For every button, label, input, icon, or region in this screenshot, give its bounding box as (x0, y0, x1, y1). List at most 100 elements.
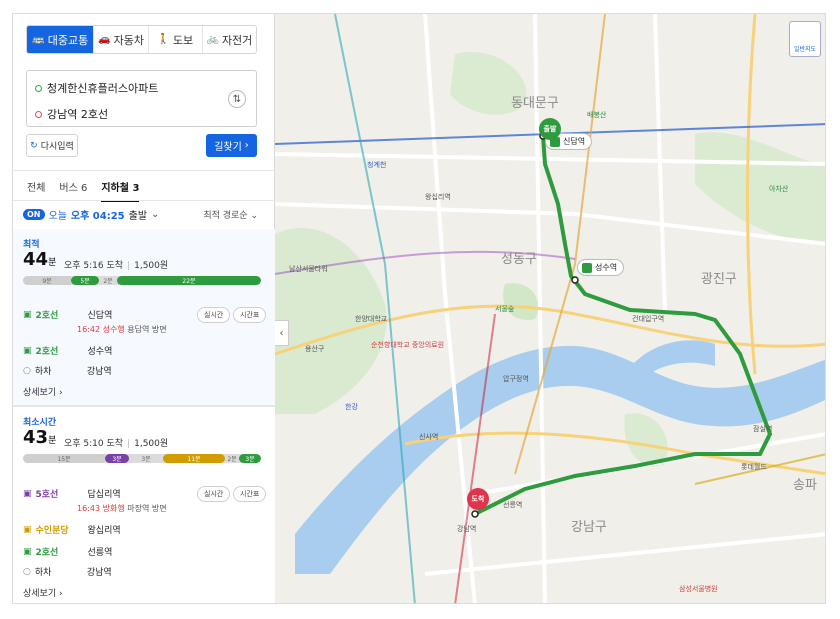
chevron-right-icon: › (244, 140, 249, 151)
route-duration: 44분 (23, 249, 57, 270)
end-marker[interactable]: 도착 (467, 488, 489, 510)
district-label: 성동구 (501, 252, 537, 267)
station-label: 강남역 (457, 525, 477, 533)
subway-icon: ▣ (23, 524, 32, 535)
tab-bike[interactable]: 🚲 자전거 (201, 26, 256, 53)
river-label: 한강 (345, 403, 358, 411)
transfer-segment: 2분 (225, 454, 239, 463)
details-link[interactable]: 상세보기 › (23, 586, 63, 599)
station-label: 잠실역 (753, 425, 773, 433)
route-time-bar: 15분 3분 3분 11분 2분 3분 (23, 454, 261, 463)
destination-field[interactable]: 강남역 2호선 (35, 106, 108, 122)
bike-icon: 🚲 (206, 34, 219, 45)
collapse-panel-button[interactable]: ‹ (275, 320, 289, 346)
route-card[interactable]: 최소시간 43분 오후 5:10 도착 | 1,500원 15분 3분 3분 11분… (13, 407, 275, 603)
departure-time-selector[interactable]: ON 오늘 오후 04:25 출발 ⌄ (23, 207, 159, 222)
bundang-segment: 11분 (163, 454, 225, 463)
divider (13, 170, 275, 171)
route-search-box: 청계한신휴플러스아파트 강남역 2호선 ⇅ (26, 70, 257, 127)
train-info: 16:42 성수행 용답역 방면 (77, 325, 167, 334)
reset-button[interactable]: ↻ 다시입력 (26, 134, 78, 157)
app-frame: 🚌 대중교통 🚗 자동차 🚶 도보 🚲 자전거 청계한신휴플러스아파트 강남역 2호선 … (12, 13, 826, 604)
route-card[interactable]: 최적 44분 오후 5:16 도착 | 1,500원 9분 5분 2분 22분 ▣ 2… (13, 229, 275, 405)
route-time-bar: 9분 5분 2분 22분 (23, 276, 261, 285)
station-callout[interactable]: 성수역 (577, 259, 625, 276)
station-label: 신사역 (419, 433, 439, 441)
chevron-down-icon: ⌄ (151, 209, 160, 220)
subway-icon: ▣ (23, 546, 32, 557)
origin-dot-icon (35, 84, 42, 92)
poi-label: 순천향대학교 중앙의료원 (371, 341, 445, 349)
sort-selector[interactable]: 최적 경로순 ⌄ (203, 208, 258, 221)
realtime-button[interactable]: 실시간 (197, 307, 231, 323)
transport-mode-tabs: 🚌 대중교통 🚗 자동차 🚶 도보 🚲 자전거 (26, 25, 257, 54)
timetable-button[interactable]: 시간표 (233, 486, 267, 502)
find-route-button[interactable]: 길찾기 › (206, 134, 257, 157)
circle-icon: ○ (23, 566, 31, 577)
subway-icon: ▣ (23, 345, 32, 356)
station-label: 선릉역 (503, 501, 523, 509)
tab-all[interactable]: 전체 (27, 179, 45, 202)
route-step: ○ 하차 강남역 (23, 365, 112, 378)
station-label: 압구정역 (503, 375, 529, 383)
timetable-button[interactable]: 시간표 (233, 307, 267, 323)
route-meta: 오후 5:16 도착 | 1,500원 (64, 261, 169, 271)
destination-dot-icon (35, 110, 42, 118)
poi-label: 청계천 (367, 161, 387, 169)
car-icon: 🚗 (98, 34, 111, 45)
map-type-button[interactable]: 일반지도 (789, 21, 821, 57)
transfer-segment: 3분 (129, 454, 163, 463)
origin-field[interactable]: 청계한신휴플러스아파트 (35, 80, 158, 96)
poi-label: 서울숲 (495, 305, 515, 313)
details-link[interactable]: 상세보기 › (23, 385, 63, 398)
poi-label: 한양대학교 (355, 315, 388, 323)
train-info: 16:43 방화행 마장역 방면 (77, 504, 167, 513)
district-label: 송파 (793, 478, 817, 493)
swap-direction-button[interactable]: ⇅ (228, 90, 246, 108)
poi-label: 롯데월드 (741, 463, 767, 471)
walk-segment: 15분 (23, 454, 105, 463)
route-step: ▣ 5호선 답십리역 (23, 488, 121, 501)
route-duration: 43분 (23, 427, 57, 448)
line2-segment: 3분 (239, 454, 261, 463)
poi-label: 삼성서울병원 (679, 585, 718, 593)
station-label: 건대입구역 (632, 315, 665, 323)
district-label: 광진구 (701, 272, 737, 287)
realtime-button[interactable]: 실시간 (197, 486, 231, 502)
circle-icon: ○ (23, 365, 31, 376)
district-label: 동대문구 (511, 96, 559, 111)
chevron-left-icon: ‹ (279, 327, 284, 339)
swap-icon: ⇅ (232, 93, 242, 105)
walk-segment: 9분 (23, 276, 71, 285)
poi-label: 남산서울타워 (289, 265, 328, 273)
station-label: 왕십리역 (425, 193, 451, 201)
result-tabs: 전체 버스 6 지하철 3 (27, 179, 140, 202)
tab-subway[interactable]: 지하철 3 (101, 179, 140, 202)
subway-segment: 22분 (117, 276, 261, 285)
subway-icon (582, 262, 592, 273)
map-view[interactable]: 일반지도 동대문구 성동구 광진구 강남구 송파 남산서울타워 서울숲 한양대학… (275, 14, 825, 603)
subway-icon: ▣ (23, 309, 32, 320)
tab-transit[interactable]: 🚌 대중교통 (27, 26, 94, 53)
district-label: 용산구 (305, 345, 325, 353)
line5-segment: 3분 (105, 454, 129, 463)
route-step: ▣ 2호선 성수역 (23, 345, 113, 358)
route-step: ○ 하차 강남역 (23, 566, 112, 579)
bus-icon: 🚌 (32, 34, 45, 45)
divider (13, 200, 275, 201)
poi-label: 아차산 (769, 185, 789, 193)
tab-car[interactable]: 🚗 자동차 (93, 26, 147, 53)
start-marker[interactable]: 출발 (539, 118, 561, 140)
route-meta: 오후 5:10 도착 | 1,500원 (64, 439, 169, 449)
subway-icon: ▣ (23, 488, 32, 499)
route-panel: 🚌 대중교통 🚗 자동차 🚶 도보 🚲 자전거 청계한신휴플러스아파트 강남역 2호선 … (13, 14, 275, 603)
walk-icon: 🚶 (157, 34, 170, 45)
tab-walk[interactable]: 🚶 도보 (147, 26, 202, 53)
transfer-segment: 2분 (99, 276, 117, 285)
route-step: ▣ 수인분당 왕십리역 (23, 524, 121, 537)
route-step: ▣ 2호선 선릉역 (23, 546, 113, 559)
on-badge: ON (23, 209, 45, 220)
tab-bus[interactable]: 버스 6 (59, 179, 87, 202)
district-label: 강남구 (571, 520, 607, 535)
chevron-down-icon: ⌄ (250, 211, 258, 221)
